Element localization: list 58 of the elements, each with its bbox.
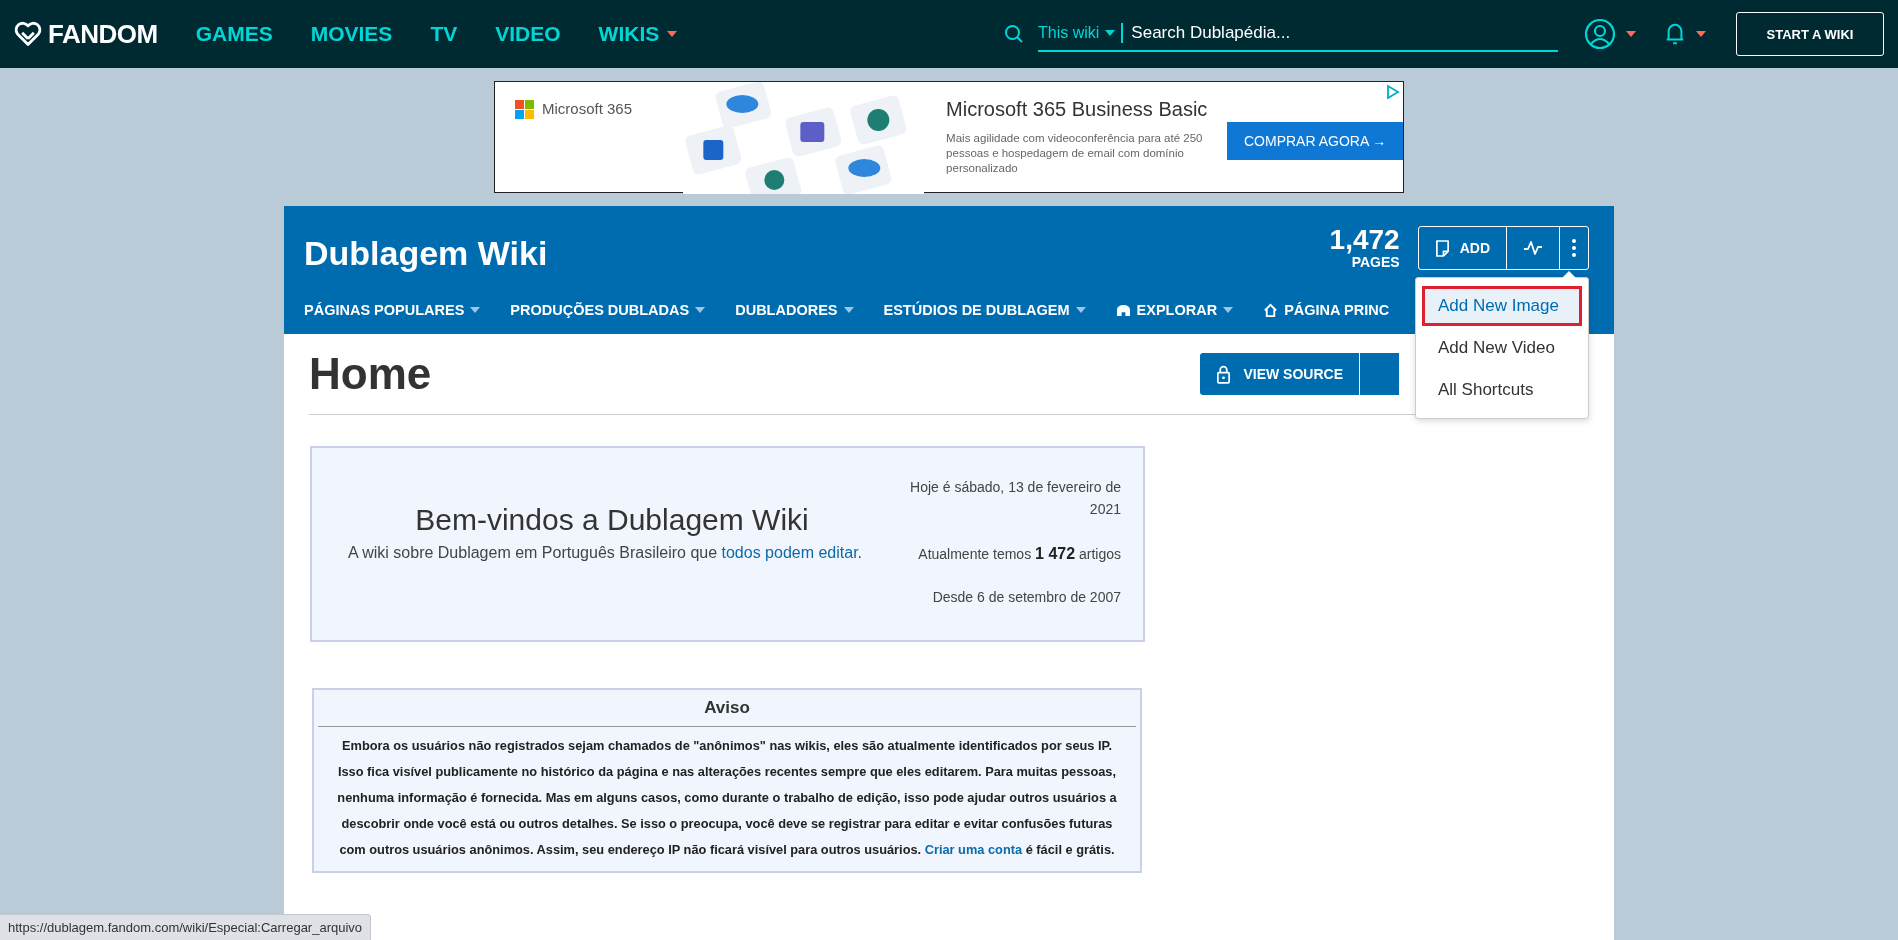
page-title: Home [309,349,432,399]
home-icon [1263,302,1279,318]
wiki-fact: Hoje é sábado, 13 de fevereiro de 2021 [909,478,1121,520]
nav-link[interactable]: MOVIES [310,22,393,46]
start-a-wiki-button[interactable]: START A WIKI [1736,12,1884,56]
nav-link[interactable]: VIDEO [495,22,561,46]
pulse-icon [1523,240,1543,256]
wiki-nav-tab[interactable]: PÁGINA PRINC [1263,302,1390,318]
view-source-button[interactable]: VIEW SOURCE [1200,353,1359,395]
caret-icon [1223,307,1234,313]
page-icon [1434,239,1450,257]
nav-link[interactable]: WIKIS [598,22,678,46]
caret-icon [843,307,854,313]
caret-icon [1075,307,1086,313]
more-actions-button[interactable] [1359,353,1399,395]
welcome-heading: Bem-vindos a Dublagem Wiki [414,503,810,537]
create-account-link[interactable]: Criar uma conta [924,842,1023,857]
ad-banner[interactable]: Microsoft 365 Microsoft 365 Business Basic Mais agilidade com videoconferência para até 250 pessoas e hospedagem de email com domínio personalizado COMPRAR AGORA → [494,81,1404,193]
caret-icon [695,307,706,313]
nav-link[interactable]: GAMES [195,22,273,46]
edit-link[interactable]: todos podem editar [721,544,858,561]
menu-item[interactable]: All Shortcuts [1422,370,1582,410]
notice-title: Aviso [318,694,1136,727]
lock-icon [1216,364,1232,384]
search-field[interactable]: This wiki Search Dublapédia... [1038,16,1558,52]
more-icon [1572,239,1576,257]
menu-item[interactable]: Add New Video [1422,328,1582,368]
caret-icon [470,307,481,313]
wiki-fact: Atualmente temos 1 472 artigos [917,543,1121,564]
ad-title: Microsoft 365 Business Basic [946,98,1208,121]
page-count: 1,472 [1329,226,1400,254]
welcome-text: A wiki sobre Dublagem em Português Brasileiro que todos podem editar. [348,543,864,563]
windows-logo-icon [515,100,534,119]
menu-item[interactable]: Add New Image [1422,286,1582,326]
caret-icon [667,31,678,37]
nav-link[interactable]: TV [430,22,458,46]
fandom-logo[interactable]: FANDOM [14,18,158,50]
ad-brand-name: Microsoft 365 [542,100,633,117]
wiki-nav-tab[interactable]: EXPLORAR [1115,302,1234,318]
caret-icon [1105,30,1116,36]
wiki-title[interactable]: Dublagem Wiki [304,223,548,273]
search-icon[interactable] [1004,24,1024,44]
user-avatar-icon[interactable] [1584,18,1616,50]
caret-icon[interactable] [1696,31,1706,37]
ad-choices-icon[interactable] [1386,85,1400,99]
wiki-fact: Desde 6 de setembro de 2007 [931,588,1121,608]
page-count-label: PAGES [1351,254,1400,270]
wiki-nav-tab[interactable]: ESTÚDIOS DE DUBLAGEM [883,302,1086,318]
scope-dropdown[interactable]: This wiki [1038,24,1116,42]
heart-logo-icon [14,20,42,48]
wiki-nav-tab[interactable]: DUBLADORES [735,302,854,318]
ad-description: Mais agilidade com videoconferência para até 250 pessoas e hospedagem de email com domínio personalizado [946,131,1204,176]
caret-icon[interactable] [1626,31,1636,37]
status-bar-url: https://dublagem.fandom.com/wiki/Especial:Carregar_arquivo [0,914,372,940]
wiki-nav-tab[interactable]: PÁGINAS POPULARES [304,302,481,318]
buy-now-button[interactable]: COMPRAR AGORA → [1227,122,1403,160]
notice-text: Embora os usuários não registrados sejam chamados de "anônimos" nas wikis, eles são atualmente identificados por seus IP. Isso fica visível publicamente no histórico da página e nas alterações recentes sempre que eles editarem. Para muitas pessoas, nenhuma informação é fornecida. Mas em alguns casos, como durante o trabalho de edição, isso pode ajudar outros usuários a descobrir onde você está ou outros detalhes. Se isso o preocupa, você deve se registrar para editar e evitar confusões futuras com outros usuários anônimos. Assim, seu endereço IP não ficará visível para outros usuários. Criar uma conta é fácil e grátis. [336,737,1118,859]
wiki-nav-tab[interactable]: PRODUÇÕES DUBLADAS [510,302,706,318]
